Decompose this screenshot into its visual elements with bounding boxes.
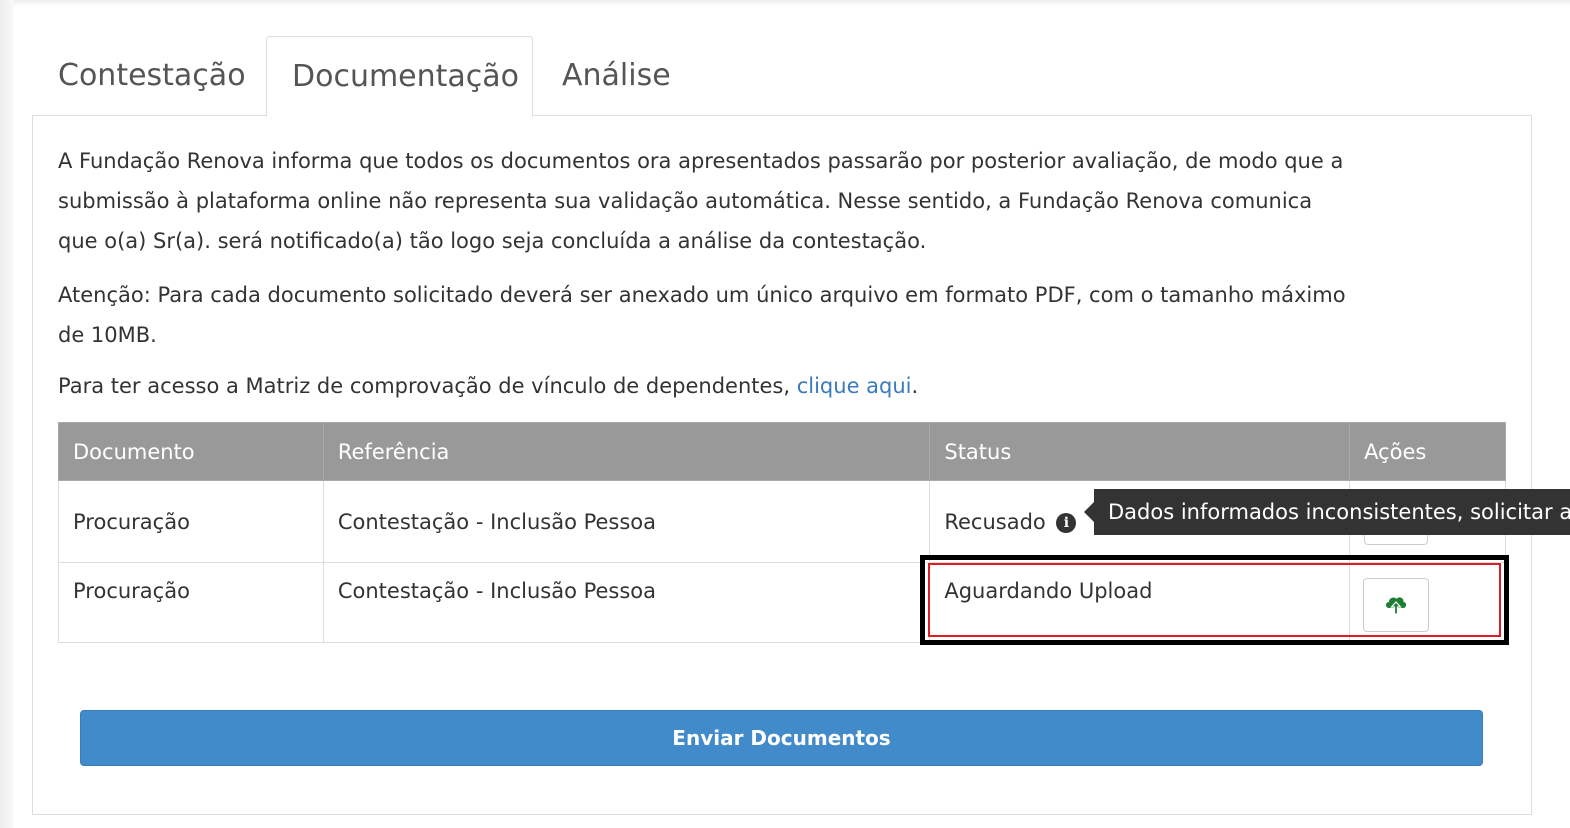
cell-documento: Procuração (58, 562, 324, 643)
cell-referencia: Contestação - Inclusão Pessoa (322, 562, 931, 643)
page: Contestação Documentação Análise A Funda… (0, 0, 1570, 828)
top-shadow (0, 0, 1570, 6)
cloud-upload-icon (1386, 597, 1407, 615)
attention-line-2: de 10MB. (58, 323, 157, 347)
header-status: Status (929, 422, 1351, 481)
header-acoes: Ações (1349, 422, 1506, 481)
left-shadow (0, 0, 14, 828)
send-documents-button[interactable]: Enviar Documentos (80, 710, 1483, 766)
matrix-link[interactable]: clique aqui (797, 374, 912, 398)
intro-line-2: submissão à plataforma online não repres… (58, 189, 1313, 213)
header-referencia: Referência (322, 422, 931, 481)
cell-documento: Procuração (58, 480, 324, 563)
cell-status: Aguardando Upload (929, 562, 1351, 643)
attention-paragraph: Atenção: Para cada documento solicitado … (58, 275, 1518, 355)
status-tooltip: Dados informados inconsistentes, solicit… (1094, 489, 1570, 535)
matrix-suffix: . (911, 374, 919, 398)
intro-paragraph: A Fundação Renova informa que todos os d… (58, 141, 1518, 261)
tab-analise[interactable]: Análise (562, 36, 671, 116)
tooltip-arrow (1084, 502, 1094, 522)
tab-contestacao[interactable]: Contestação (58, 36, 246, 116)
attention-line-1: Atenção: Para cada documento solicitado … (58, 283, 1346, 307)
intro-line-3: que o(a) Sr(a). será notificado(a) tão l… (58, 229, 927, 253)
upload-button[interactable] (1363, 578, 1429, 632)
table-row: Procuração Contestação - Inclusão Pessoa… (58, 562, 1506, 643)
intro-line-1: A Fundação Renova informa que todos os d… (58, 149, 1344, 173)
table-header-row: Documento Referência Status Ações (58, 422, 1506, 481)
info-circle-icon[interactable]: i (1056, 512, 1077, 533)
matrix-text: Para ter acesso a Matriz de comprovação … (58, 374, 797, 398)
status-text: Recusado (944, 509, 1046, 534)
matrix-paragraph: Para ter acesso a Matriz de comprovação … (58, 366, 1518, 406)
cell-referencia: Contestação - Inclusão Pessoa (322, 480, 931, 563)
header-documento: Documento (58, 422, 324, 481)
tab-documentacao[interactable]: Documentação (266, 36, 533, 117)
